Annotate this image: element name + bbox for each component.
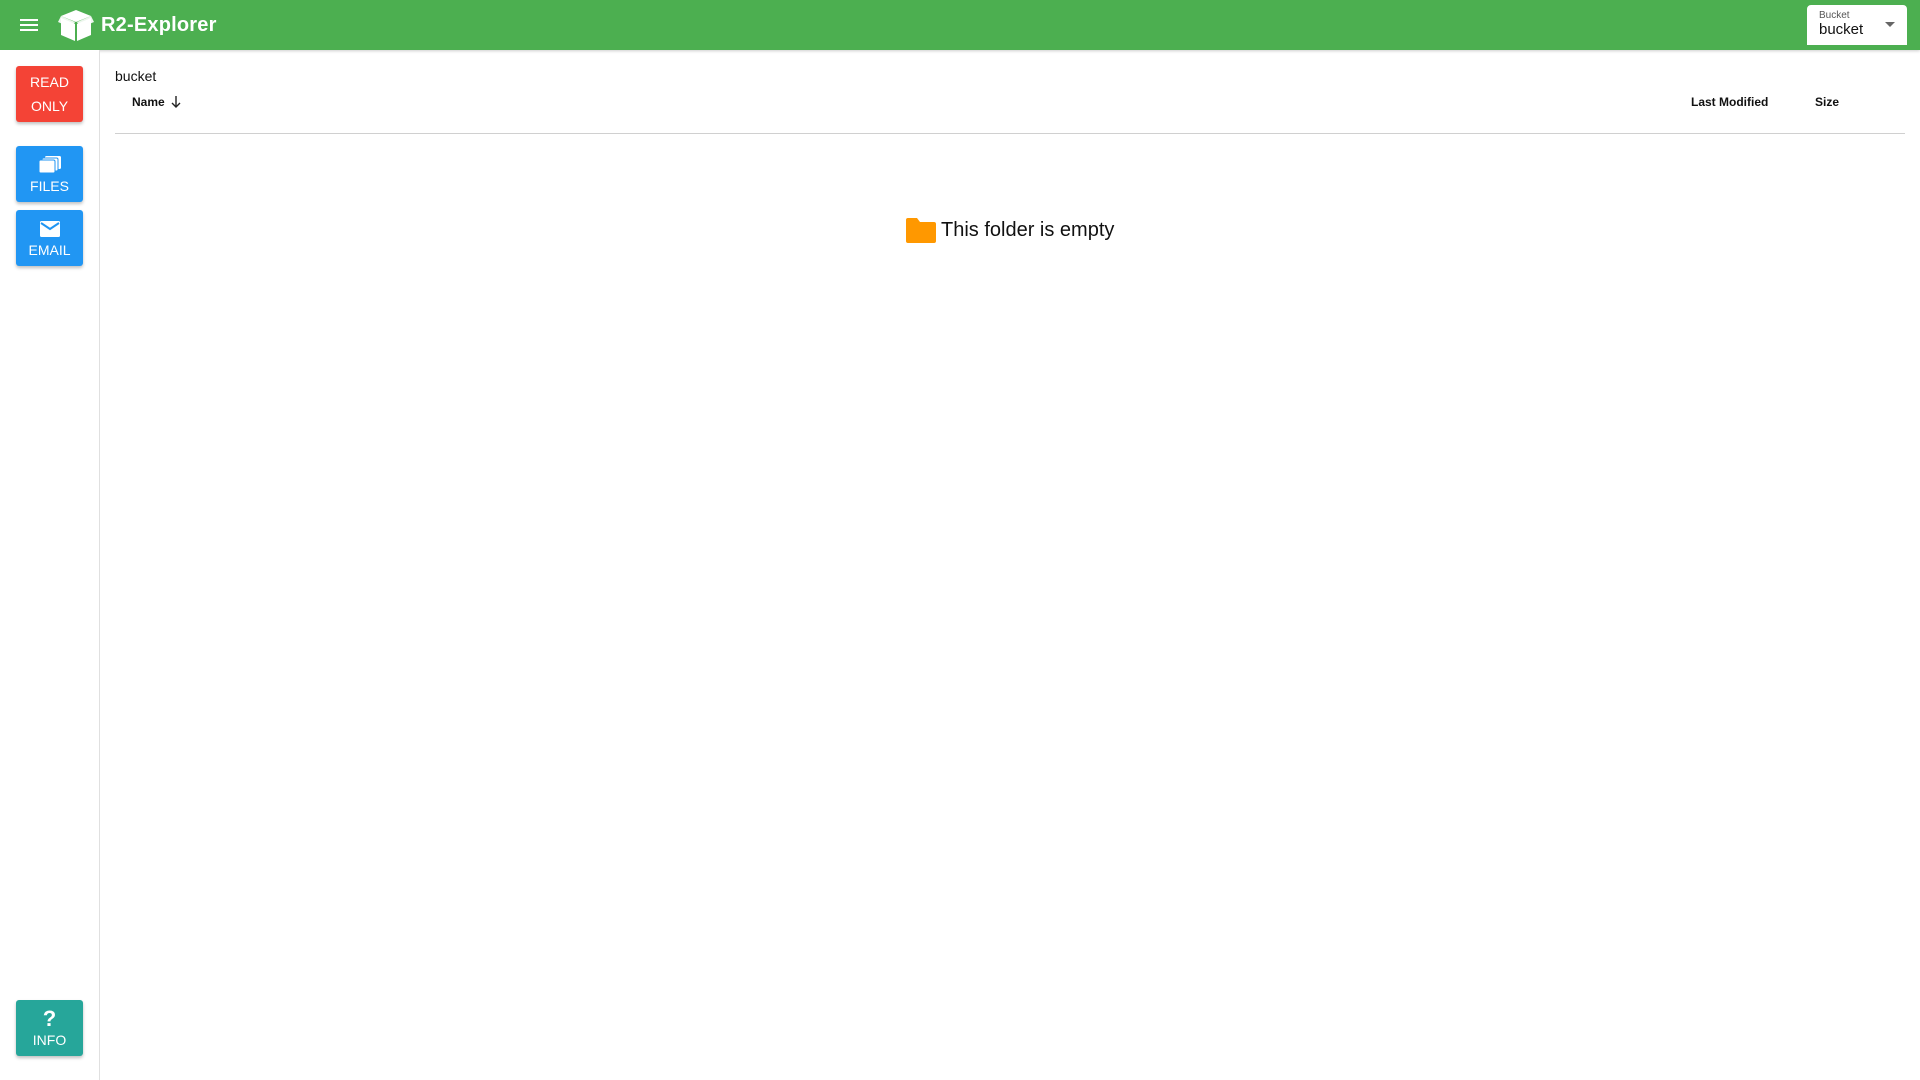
sidebar: READ ONLY FILES EMAIL ? INFO bbox=[0, 50, 100, 1080]
empty-state: This folder is empty bbox=[904, 216, 1114, 244]
folders-icon bbox=[38, 154, 61, 176]
read-only-label-line1: READ bbox=[30, 74, 69, 90]
email-button[interactable]: EMAIL bbox=[16, 210, 83, 266]
menu-icon[interactable] bbox=[17, 13, 41, 37]
read-only-button[interactable]: READ ONLY bbox=[16, 66, 83, 122]
top-app-bar: R2-Explorer Bucket bucket bbox=[0, 0, 1920, 50]
table-header: Name Last Modified Size bbox=[115, 94, 1905, 134]
arrow-down-icon bbox=[171, 96, 181, 108]
empty-state-text: This folder is empty bbox=[941, 218, 1115, 241]
bucket-select-label: Bucket bbox=[1819, 10, 1850, 21]
column-header-last-modified[interactable]: Last Modified bbox=[1691, 94, 1768, 110]
mail-icon bbox=[39, 218, 60, 240]
app-title: R2-Explorer bbox=[101, 13, 217, 36]
column-header-size[interactable]: Size bbox=[1815, 94, 1839, 110]
info-label: INFO bbox=[32, 1032, 67, 1048]
bucket-select[interactable]: Bucket bucket bbox=[1807, 5, 1907, 45]
files-button[interactable]: FILES bbox=[16, 146, 83, 202]
email-label: EMAIL bbox=[28, 242, 71, 258]
breadcrumb[interactable]: bucket bbox=[115, 68, 156, 84]
open-box-icon bbox=[58, 8, 96, 42]
chevron-down-icon bbox=[1885, 22, 1895, 27]
column-header-name[interactable]: Name bbox=[132, 94, 181, 110]
read-only-label-line2: ONLY bbox=[30, 98, 69, 114]
info-button[interactable]: ? INFO bbox=[16, 1000, 83, 1056]
column-name-label: Name bbox=[132, 95, 165, 109]
question-icon: ? bbox=[42, 1006, 57, 1031]
folder-icon bbox=[906, 218, 936, 243]
files-label: FILES bbox=[30, 178, 69, 194]
